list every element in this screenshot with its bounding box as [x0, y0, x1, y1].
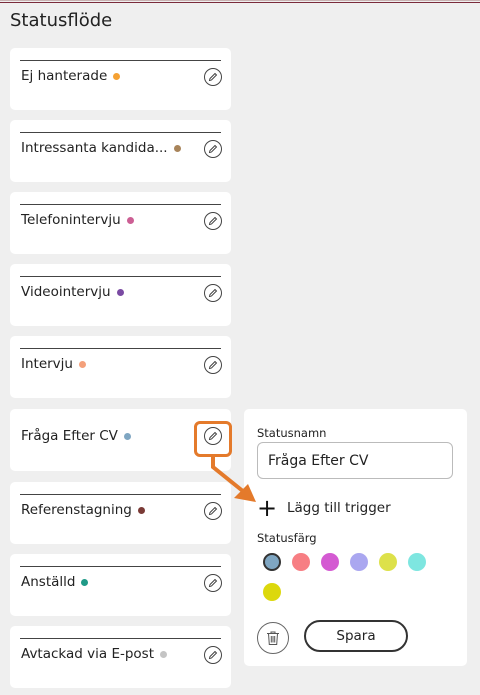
status-label: Videointervju — [21, 284, 124, 300]
edit-status-button[interactable] — [204, 284, 222, 302]
color-swatch[interactable] — [379, 553, 397, 571]
edit-status-button[interactable] — [204, 212, 222, 230]
edit-status-button[interactable] — [204, 356, 222, 374]
page-title: Statusflöde — [10, 10, 113, 31]
status-color-dot — [123, 432, 131, 440]
divider — [20, 566, 221, 567]
status-card: Videointervju — [10, 264, 231, 326]
status-color-dot — [137, 506, 145, 514]
plus-icon: + — [257, 494, 278, 522]
color-swatch[interactable] — [408, 553, 426, 571]
color-swatch[interactable] — [350, 553, 368, 571]
status-color-dot — [113, 72, 121, 80]
pencil-icon — [208, 144, 218, 154]
status-label: Referenstagning — [21, 502, 145, 518]
status-card: Intervju — [10, 336, 231, 398]
divider — [20, 60, 221, 61]
pencil-icon — [208, 216, 218, 226]
save-button[interactable]: Spara — [304, 620, 408, 652]
edit-status-button[interactable] — [204, 140, 222, 158]
status-card: Referenstagning — [10, 482, 231, 544]
status-label: Telefonintervju — [21, 212, 134, 228]
status-name-label: Statusnamn — [257, 426, 327, 440]
status-label: Avtackad via E-post — [21, 646, 167, 662]
color-swatch[interactable] — [263, 553, 281, 571]
pencil-icon — [208, 578, 218, 588]
pencil-icon — [208, 650, 218, 660]
status-label: Ej hanterade — [21, 68, 121, 84]
status-card: Anställd — [10, 554, 231, 616]
status-card: Intressanta kandida... — [10, 120, 231, 182]
divider — [20, 348, 221, 349]
status-label: Fråga Efter CV — [21, 428, 131, 444]
edit-status-button[interactable] — [204, 574, 222, 592]
status-label: Intressanta kandida... — [21, 140, 181, 156]
status-card: Telefonintervju — [10, 192, 231, 254]
trash-icon — [267, 631, 279, 645]
status-color-dot — [173, 144, 181, 152]
edit-status-button[interactable] — [204, 502, 222, 520]
status-name-input[interactable] — [257, 442, 453, 479]
status-color-dot — [78, 360, 86, 368]
pencil-icon — [208, 288, 218, 298]
pencil-icon — [208, 506, 218, 516]
divider — [20, 494, 221, 495]
delete-status-button[interactable] — [257, 622, 289, 654]
edit-highlight-box — [194, 421, 232, 457]
status-color-dot — [116, 288, 124, 296]
edit-status-button[interactable] — [204, 646, 222, 664]
status-label: Anställd — [21, 574, 89, 590]
edit-status-panel: Statusnamn + Lägg till trigger Statusfär… — [244, 409, 467, 666]
status-color-dot — [126, 216, 134, 224]
color-swatch[interactable] — [321, 553, 339, 571]
status-label: Intervju — [21, 356, 86, 372]
status-card: Ej hanterade — [10, 48, 231, 110]
pencil-icon — [208, 72, 218, 82]
divider — [20, 276, 221, 277]
divider — [20, 638, 221, 639]
color-swatch[interactable] — [263, 583, 281, 601]
edit-status-button[interactable] — [204, 68, 222, 86]
divider — [20, 132, 221, 133]
status-color-dot — [81, 578, 89, 586]
color-swatch[interactable] — [292, 553, 310, 571]
divider — [20, 204, 221, 205]
add-trigger-button[interactable]: + Lägg till trigger — [257, 494, 391, 522]
add-trigger-label: Lägg till trigger — [287, 500, 391, 516]
status-color-dot — [160, 650, 167, 658]
status-color-label: Statusfärg — [257, 531, 317, 545]
status-card: Avtackad via E-post — [10, 626, 231, 688]
pencil-icon — [208, 360, 218, 370]
top-border — [0, 0, 480, 3]
